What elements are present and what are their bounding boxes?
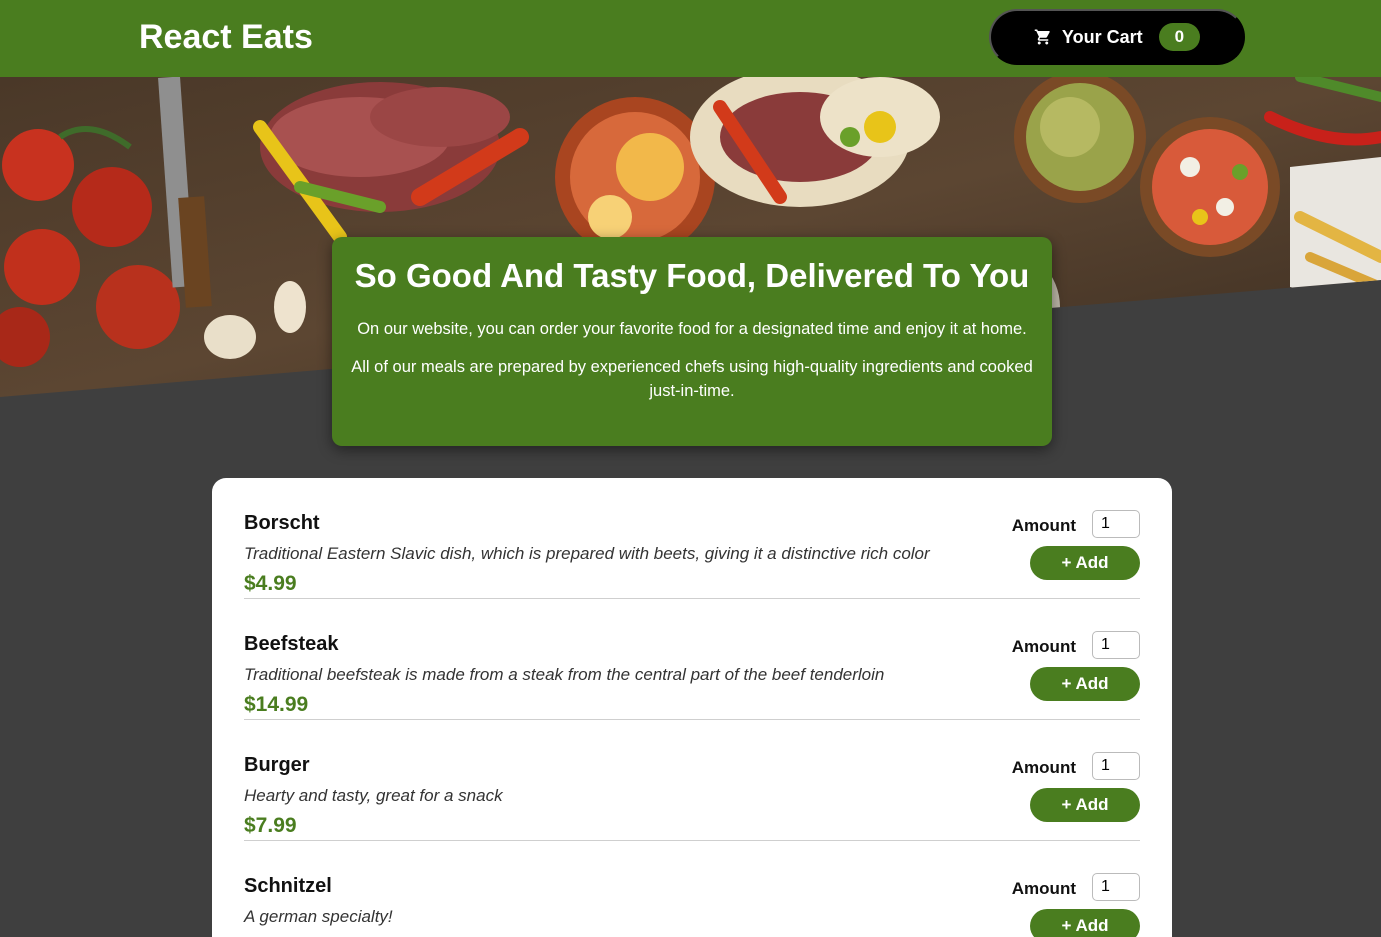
- amount-input[interactable]: [1092, 873, 1140, 901]
- meal-description: Traditional Eastern Slavic dish, which i…: [244, 544, 930, 563]
- summary-card: So Good And Tasty Food, Delivered To You…: [332, 237, 1052, 446]
- summary-paragraph-2: All of our meals are prepared by experie…: [351, 358, 1033, 400]
- add-button[interactable]: + Add: [1030, 909, 1140, 937]
- cart-button[interactable]: Your Cart 0: [989, 9, 1245, 65]
- app-header: React Eats Your Cart 0: [0, 0, 1381, 77]
- add-button[interactable]: + Add: [1030, 546, 1140, 580]
- summary-title: So Good And Tasty Food, Delivered To You: [354, 257, 1030, 294]
- meal-description: A german specialty!: [244, 907, 393, 926]
- meal-description: Traditional beefsteak is made from a ste…: [244, 665, 885, 684]
- meal-item: Schnitzel A german specialty! Amount + A…: [244, 841, 1140, 937]
- meal-name: Beefsteak: [244, 633, 339, 655]
- amount-label: Amount: [1011, 516, 1076, 535]
- meal-item: Borscht Traditional Eastern Slavic dish,…: [244, 478, 1140, 599]
- cart-count-badge: 0: [1158, 23, 1201, 51]
- amount-input[interactable]: [1092, 631, 1140, 659]
- amount-label: Amount: [1011, 758, 1076, 777]
- meal-description: Hearty and tasty, great for a snack: [244, 786, 503, 805]
- amount-label: Amount: [1011, 879, 1076, 898]
- meal-price: $4.99: [244, 572, 297, 595]
- meal-name: Schnitzel: [244, 875, 332, 897]
- brand-title: React Eats: [139, 18, 313, 56]
- add-button[interactable]: + Add: [1030, 788, 1140, 822]
- meal-name: Burger: [244, 754, 310, 776]
- meal-name: Borscht: [244, 512, 320, 534]
- meals-list: Borscht Traditional Eastern Slavic dish,…: [212, 478, 1172, 937]
- meal-price: $7.99: [244, 814, 297, 837]
- summary-paragraph-1: On our website, you can order your favor…: [357, 320, 1027, 338]
- amount-input[interactable]: [1092, 510, 1140, 538]
- cart-icon: [1034, 29, 1050, 45]
- add-button[interactable]: + Add: [1030, 667, 1140, 701]
- amount-label: Amount: [1011, 637, 1076, 656]
- meal-price: $14.99: [244, 693, 309, 716]
- amount-input[interactable]: [1092, 752, 1140, 780]
- cart-label: Your Cart: [1061, 26, 1143, 47]
- meal-item: Beefsteak Traditional beefsteak is made …: [244, 599, 1140, 720]
- meal-item: Burger Hearty and tasty, great for a sna…: [244, 720, 1140, 841]
